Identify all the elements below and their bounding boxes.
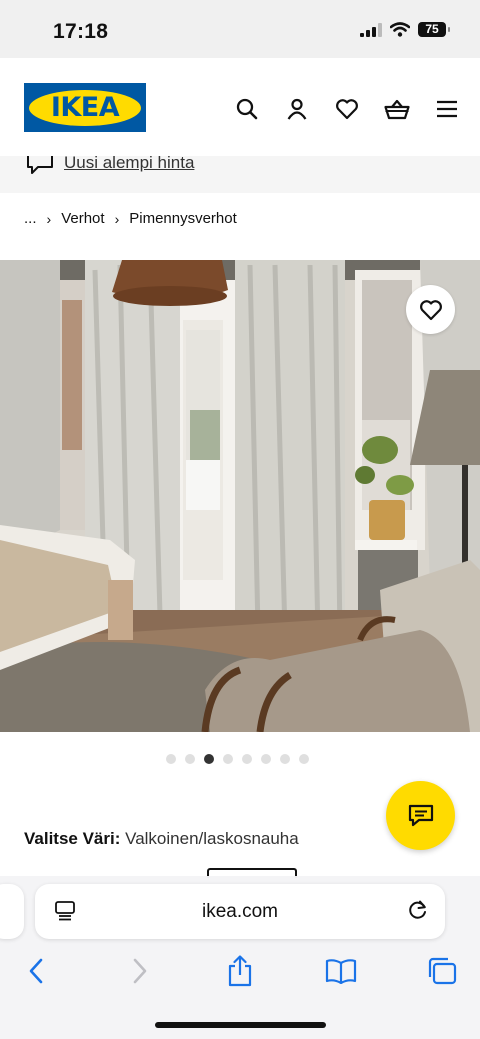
chat-button[interactable] xyxy=(386,781,455,850)
account-button[interactable] xyxy=(272,96,322,122)
basket-icon xyxy=(384,99,410,120)
color-selector-heading: Valitse Väri: Valkoinen/laskosnauha xyxy=(24,829,299,849)
promo-link[interactable]: Uusi alempi hinta xyxy=(64,156,194,173)
carousel-dot-active[interactable] xyxy=(204,754,214,764)
share-icon xyxy=(228,955,252,987)
search-button[interactable] xyxy=(222,96,272,122)
status-icons: 75 xyxy=(360,22,450,37)
book-icon xyxy=(325,959,357,984)
user-icon xyxy=(287,98,307,120)
home-indicator[interactable] xyxy=(155,1022,326,1028)
chevron-right-icon xyxy=(133,958,147,984)
color-label: Valitse Väri: xyxy=(24,829,121,848)
menu-button[interactable] xyxy=(422,96,472,122)
heart-icon xyxy=(336,99,358,120)
carousel-dot[interactable] xyxy=(261,754,271,764)
hamburger-menu-icon xyxy=(437,100,457,118)
forward-button[interactable] xyxy=(120,954,160,988)
site-header: IKEA xyxy=(0,58,480,156)
chat-bubble-icon xyxy=(408,804,433,826)
cellular-signal-icon xyxy=(360,22,382,37)
battery-icon: 75 xyxy=(418,22,450,37)
ikea-logo[interactable]: IKEA xyxy=(24,83,146,132)
breadcrumb-item-verhot[interactable]: Verhot xyxy=(61,210,104,227)
heart-icon xyxy=(419,299,442,320)
address-bar[interactable]: ikea.com xyxy=(35,884,445,939)
previous-tab-preview[interactable] xyxy=(0,884,24,939)
carousel-dot[interactable] xyxy=(223,754,233,764)
search-icon xyxy=(236,98,258,120)
logo-text: IKEA xyxy=(50,92,120,123)
wifi-icon xyxy=(390,22,410,37)
carousel-dot[interactable] xyxy=(280,754,290,764)
reload-icon[interactable] xyxy=(407,899,429,921)
selected-color: Valkoinen/laskosnauha xyxy=(125,829,299,848)
tabs-button[interactable] xyxy=(422,954,462,988)
cart-button[interactable] xyxy=(372,96,422,122)
chevron-right-icon: › xyxy=(46,210,52,227)
safari-browser-bar: ikea.com xyxy=(0,876,480,1039)
new-lower-price-banner[interactable]: Uusi alempi hinta xyxy=(0,156,480,193)
url-text: ikea.com xyxy=(201,901,279,922)
add-to-favourites-button[interactable] xyxy=(406,285,455,334)
breadcrumb-ellipsis[interactable]: ... xyxy=(24,210,37,227)
chevron-left-icon xyxy=(29,958,43,984)
favourites-button[interactable] xyxy=(322,96,372,122)
tabs-icon xyxy=(428,957,457,985)
carousel-dot[interactable] xyxy=(185,754,195,764)
bedroom-curtains-photo xyxy=(0,260,480,732)
breadcrumb: ... › Verhot › Pimennysverhot xyxy=(24,210,237,227)
breadcrumb-item-pimennysverhot[interactable]: Pimennysverhot xyxy=(129,210,237,227)
share-button[interactable] xyxy=(220,954,260,988)
status-time: 17:18 xyxy=(53,20,109,43)
status-bar: 17:18 75 xyxy=(0,0,480,58)
bookmarks-button[interactable] xyxy=(321,954,361,988)
carousel-dot[interactable] xyxy=(166,754,176,764)
chevron-right-icon: › xyxy=(114,210,120,227)
carousel-dot[interactable] xyxy=(299,754,309,764)
product-image[interactable] xyxy=(0,260,480,732)
browser-toolbar xyxy=(0,954,480,988)
back-button[interactable] xyxy=(16,954,56,988)
price-tag-chat-icon xyxy=(27,156,53,174)
carousel-dots xyxy=(166,754,309,764)
carousel-dot[interactable] xyxy=(242,754,252,764)
